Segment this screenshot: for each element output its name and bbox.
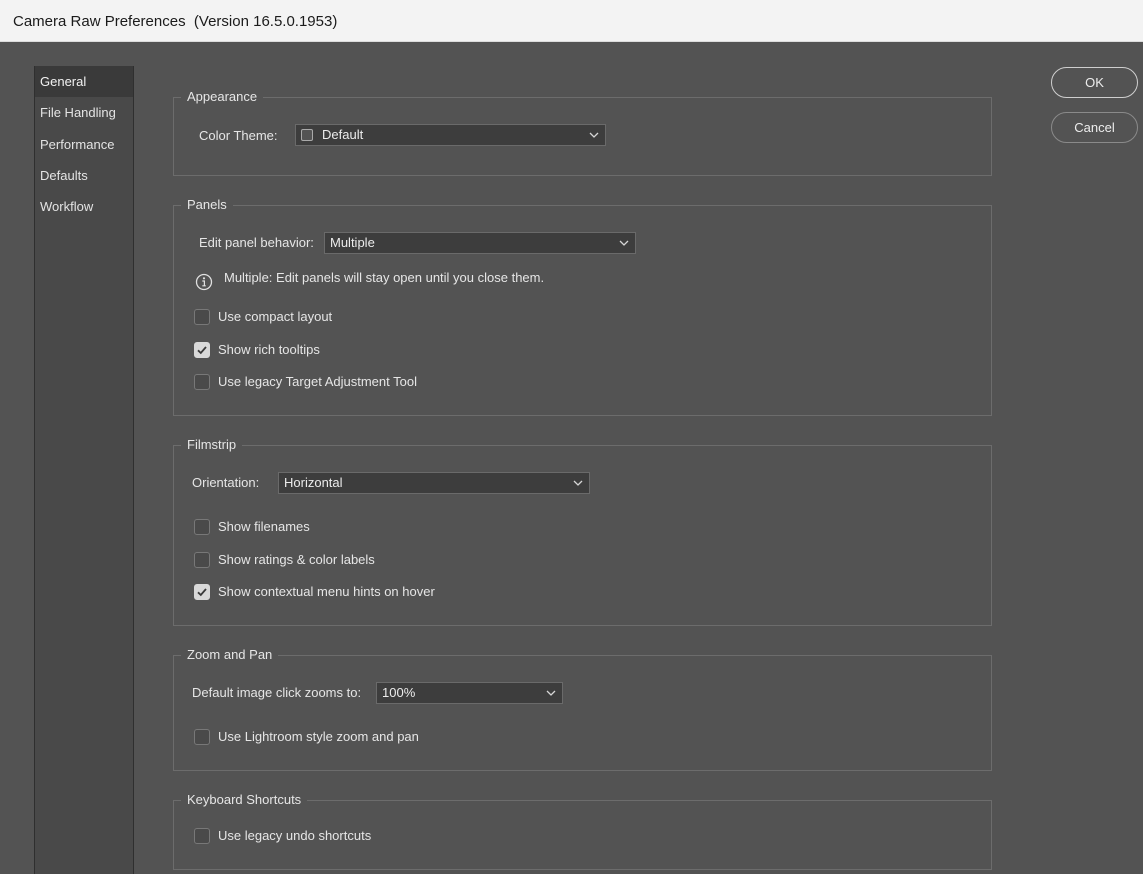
filmstrip-legend: Filmstrip xyxy=(181,437,243,453)
chevron-down-icon xyxy=(589,132,599,138)
show-ratings-label[interactable]: Show ratings & color labels xyxy=(218,551,375,569)
window-title: Camera Raw Preferences (Version 16.5.0.1… xyxy=(13,13,338,30)
zoom-pan-legend: Zoom and Pan xyxy=(181,647,279,663)
orientation-label: Orientation: xyxy=(192,475,260,490)
panels-group: Panels Edit panel behavior: Multiple Mul… xyxy=(173,197,992,416)
title-bar[interactable]: Camera Raw Preferences (Version 16.5.0.1… xyxy=(0,0,1143,42)
theme-swatch-icon xyxy=(301,129,313,141)
show-ratings-checkbox[interactable] xyxy=(194,552,210,568)
show-filenames-label[interactable]: Show filenames xyxy=(218,518,310,536)
default-zoom-label: Default image click zooms to: xyxy=(192,685,362,700)
sidebar-item-file-handling[interactable]: File Handling xyxy=(35,97,133,128)
legacy-undo-label[interactable]: Use legacy undo shortcuts xyxy=(218,827,371,845)
default-zoom-select[interactable]: 100% xyxy=(376,682,563,704)
keyboard-shortcuts-group: Keyboard Shortcuts Use legacy undo short… xyxy=(173,792,992,870)
sidebar-item-performance[interactable]: Performance xyxy=(35,129,133,160)
context-hints-checkbox[interactable] xyxy=(194,584,210,600)
filmstrip-group: Filmstrip Orientation: Horizontal Show f… xyxy=(173,437,992,626)
info-icon xyxy=(195,273,213,291)
sidebar-nav: General File Handling Performance Defaul… xyxy=(34,66,134,874)
color-theme-value: Default xyxy=(322,127,364,142)
sidebar-item-general[interactable]: General xyxy=(35,66,133,97)
rich-tooltips-label[interactable]: Show rich tooltips xyxy=(218,341,320,359)
cancel-button[interactable]: Cancel xyxy=(1051,112,1138,143)
orientation-value: Horizontal xyxy=(284,475,343,490)
ok-button[interactable]: OK xyxy=(1051,67,1138,98)
rich-tooltips-checkbox[interactable] xyxy=(194,342,210,358)
compact-layout-checkbox[interactable] xyxy=(194,309,210,325)
default-zoom-value: 100% xyxy=(382,685,416,700)
context-hints-label[interactable]: Show contextual menu hints on hover xyxy=(218,583,435,601)
sidebar-item-workflow[interactable]: Workflow xyxy=(35,191,133,222)
sidebar-item-defaults[interactable]: Defaults xyxy=(35,160,133,191)
appearance-group: Appearance Color Theme: Default xyxy=(173,89,992,176)
keyboard-shortcuts-legend: Keyboard Shortcuts xyxy=(181,792,308,808)
legacy-tat-checkbox[interactable] xyxy=(194,374,210,390)
color-theme-select[interactable]: Default xyxy=(295,124,606,146)
lightroom-zoom-checkbox[interactable] xyxy=(194,729,210,745)
panels-legend: Panels xyxy=(181,197,233,213)
preferences-window: Camera Raw Preferences (Version 16.5.0.1… xyxy=(0,0,1143,874)
legacy-undo-checkbox[interactable] xyxy=(194,828,210,844)
chevron-down-icon xyxy=(546,690,556,696)
compact-layout-label[interactable]: Use compact layout xyxy=(218,308,332,326)
orientation-select[interactable]: Horizontal xyxy=(278,472,590,494)
color-theme-label: Color Theme: xyxy=(199,128,278,143)
edit-behavior-select[interactable]: Multiple xyxy=(324,232,636,254)
zoom-pan-group: Zoom and Pan Default image click zooms t… xyxy=(173,647,992,771)
edit-behavior-value: Multiple xyxy=(330,235,375,250)
appearance-legend: Appearance xyxy=(181,89,264,105)
checkmark-icon xyxy=(197,346,207,355)
edit-behavior-label: Edit panel behavior: xyxy=(199,235,314,250)
lightroom-zoom-label[interactable]: Use Lightroom style zoom and pan xyxy=(218,728,419,746)
checkmark-icon xyxy=(197,588,207,597)
chevron-down-icon xyxy=(619,240,629,246)
chevron-down-icon xyxy=(573,480,583,486)
edit-behavior-info-text: Multiple: Edit panels will stay open unt… xyxy=(224,270,545,285)
show-filenames-checkbox[interactable] xyxy=(194,519,210,535)
legacy-tat-label[interactable]: Use legacy Target Adjustment Tool xyxy=(218,373,417,391)
